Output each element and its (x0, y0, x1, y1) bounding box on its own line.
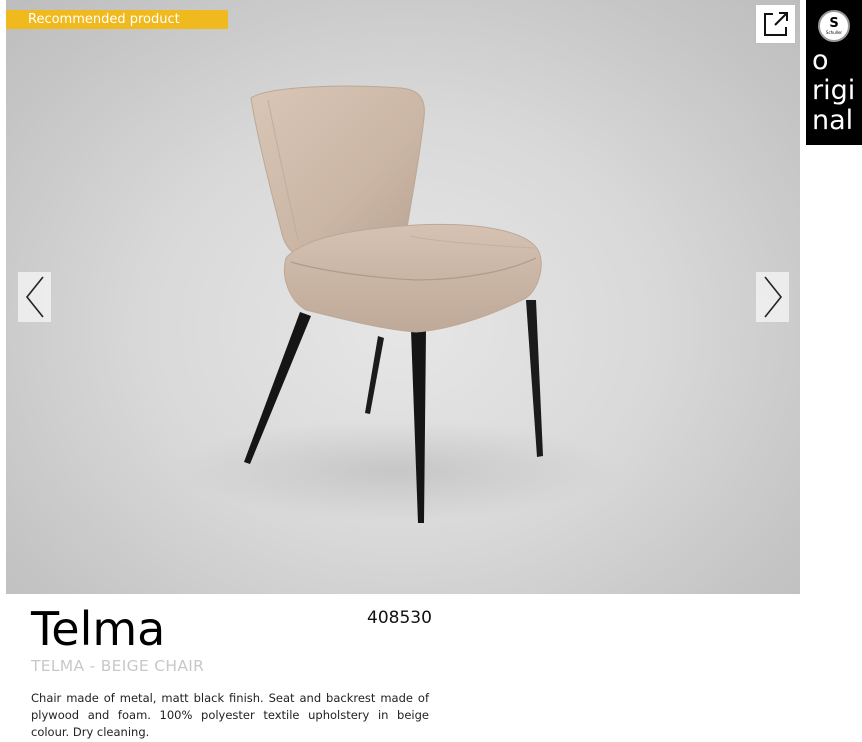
product-name: Telma (31, 602, 166, 656)
brand-word-line-1: o (812, 45, 829, 76)
brand-logo: S Schuller o rigi nal (806, 0, 862, 145)
product-code: 408530 (367, 608, 432, 628)
brand-seal: S Schuller (818, 10, 850, 42)
product-description: Chair made of metal, matt black finish. … (31, 691, 429, 739)
external-link-icon (763, 12, 788, 36)
open-external-button[interactable] (755, 4, 796, 44)
product-image-gallery: Recommended product (6, 0, 800, 594)
brand-word-line-3: nal (812, 105, 854, 136)
brand-word-line-2: rigi (812, 75, 856, 106)
brand-seal-name: Schuller (825, 29, 843, 35)
gallery-next-button[interactable] (756, 272, 789, 322)
recommended-badge: Recommended product (6, 10, 228, 29)
brand-wordmark: o rigi nal (812, 46, 862, 136)
recommended-badge-label: Recommended product (28, 12, 180, 27)
gallery-prev-button[interactable] (18, 272, 51, 322)
brand-seal-letter: S (829, 15, 839, 31)
chevron-left-icon (25, 276, 44, 318)
product-subtitle: TELMA - BEIGE CHAIR (31, 657, 205, 675)
chair-photo (176, 85, 616, 523)
chevron-right-icon (763, 276, 782, 318)
